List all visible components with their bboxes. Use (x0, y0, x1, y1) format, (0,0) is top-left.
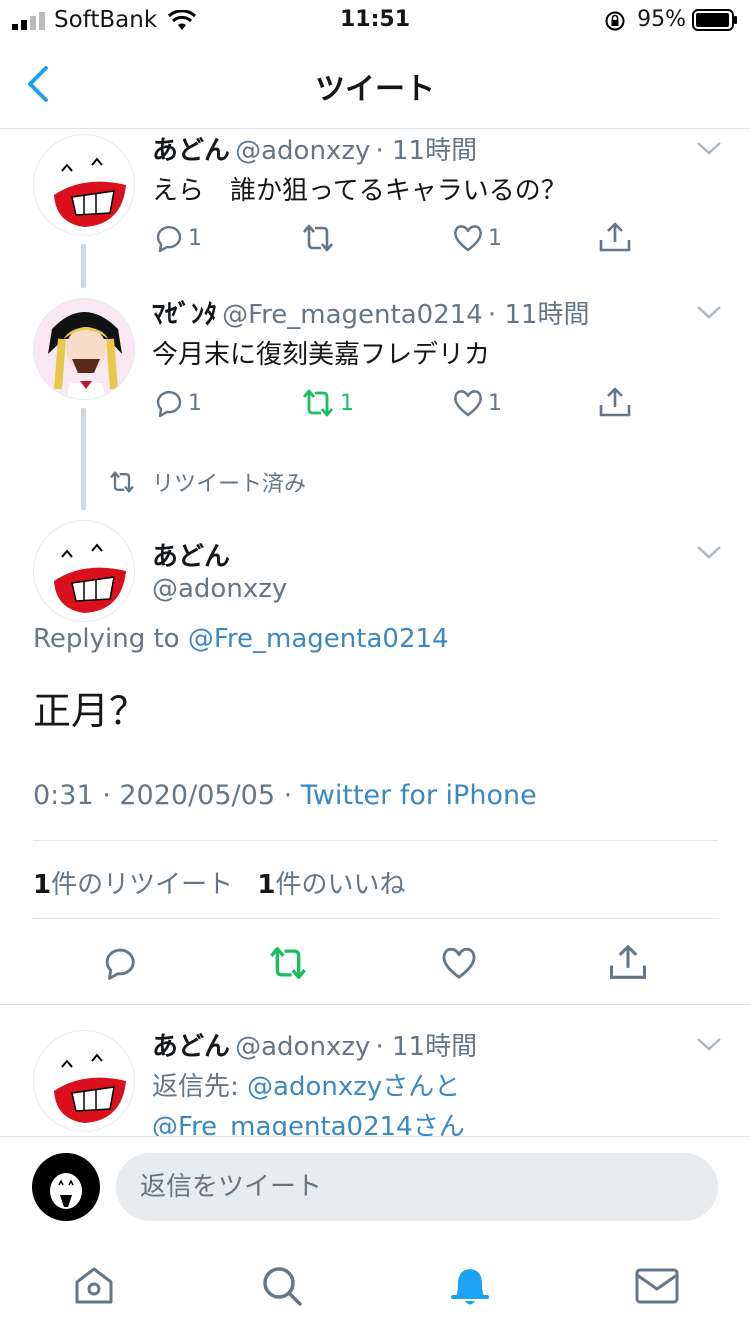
author-name[interactable]: あどん (152, 136, 230, 166)
replying-to-2: @Fre_magenta0214さん (152, 1106, 465, 1136)
retweet-icon (303, 224, 333, 252)
reply-count: 1 (188, 390, 202, 416)
share-icon (599, 222, 631, 252)
tweet-stats: 1件のリツイート 1件のいいね (33, 864, 405, 901)
chevron-down-icon[interactable] (696, 544, 722, 560)
author-handle[interactable]: @Fre_magenta0214 (222, 300, 483, 330)
tab-bar (0, 1240, 750, 1334)
retweet-count: 1 (340, 390, 354, 416)
likes-stat[interactable]: 1件のいいね (257, 870, 405, 900)
author-name[interactable]: あどん (152, 536, 230, 573)
chevron-down-icon[interactable] (696, 1036, 722, 1052)
reply-button[interactable]: 1 (152, 387, 202, 419)
avatar[interactable] (33, 298, 135, 400)
tweet-time: · 11時間 (487, 300, 590, 330)
retweet-button[interactable] (300, 222, 336, 254)
avatar-face-icon (54, 543, 126, 613)
heart-icon (454, 390, 482, 417)
thread-line (81, 244, 86, 288)
replying-to-link[interactable]: @Fre_magenta0214 (188, 624, 449, 654)
retweet-icon (270, 947, 306, 979)
author-handle[interactable]: @adonxzy (235, 136, 370, 166)
retweet-icon (302, 389, 334, 417)
tweet-meta: 0:31 · 2020/05/05 · Twitter for iPhone (33, 780, 537, 811)
reply-icon (105, 948, 135, 980)
divider (33, 840, 718, 841)
chevron-down-icon[interactable] (696, 304, 722, 320)
like-button[interactable]: 1 (452, 222, 502, 254)
page-title: ツイート (315, 72, 435, 107)
avatar-anime-icon (34, 299, 134, 399)
retweet-button[interactable] (266, 944, 310, 982)
avatar-ghost-icon (50, 1173, 82, 1209)
battery-icon (692, 9, 737, 31)
reply-composer: 返信をツイート (0, 1136, 750, 1236)
battery-percent: 95% (637, 7, 686, 32)
reply-icon (156, 226, 182, 253)
tweet-time: · 11時間 (375, 1032, 478, 1062)
retweeted-label: リツイート済み (152, 472, 307, 497)
notifications-bell-icon[interactable] (448, 1262, 492, 1310)
reply-button[interactable]: 1 (152, 222, 202, 254)
search-icon[interactable] (260, 1264, 304, 1308)
avatar-face-icon (54, 1053, 126, 1123)
avatar[interactable] (33, 1030, 135, 1132)
author-handle[interactable]: @adonxzy (235, 1032, 370, 1062)
like-count: 1 (488, 390, 502, 416)
tweet-timestamp: 0:31 · 2020/05/05 · (33, 780, 293, 811)
tweet-time: · 11時間 (375, 136, 478, 166)
share-button[interactable] (598, 220, 632, 254)
tweet-source[interactable]: Twitter for iPhone (301, 780, 537, 811)
like-button[interactable] (440, 944, 478, 982)
messages-envelope-icon[interactable] (634, 1266, 680, 1306)
retweet-icon (110, 471, 134, 493)
status-bar: SoftBank 11:51 95% (0, 0, 750, 40)
like-count: 1 (488, 225, 502, 251)
avatar[interactable] (33, 520, 135, 622)
mention-link[interactable]: @adonxzy (247, 1072, 382, 1102)
orientation-lock-icon (605, 11, 625, 31)
home-icon[interactable] (72, 1264, 116, 1308)
author-name[interactable]: ﾏｾﾞﾝﾀ (152, 300, 217, 330)
author-handle[interactable]: @adonxzy (152, 574, 287, 604)
replying-to: 返信先: @adonxzyさんと (152, 1072, 461, 1102)
share-icon (610, 945, 646, 979)
retweet-button[interactable]: 1 (300, 387, 354, 419)
nav-header: ツイート (0, 40, 750, 129)
divider (33, 918, 718, 919)
tweet-text: 今月末に復刻美嘉フレデリカ (152, 340, 491, 370)
share-button[interactable] (608, 942, 648, 982)
chevron-down-icon[interactable] (696, 140, 722, 156)
share-button[interactable] (598, 385, 632, 419)
avatar-face-icon (54, 157, 126, 227)
author-name[interactable]: あどん (152, 1032, 230, 1062)
tweet-text: 正月？ (33, 689, 148, 733)
share-icon (599, 387, 631, 417)
avatar[interactable] (33, 134, 135, 236)
replying-prefix: Replying to (33, 624, 180, 654)
retweets-stat[interactable]: 1件のリツイート (33, 870, 233, 900)
like-button[interactable]: 1 (452, 387, 502, 419)
my-avatar[interactable] (32, 1153, 100, 1221)
tweet-text: えら 誰か狙ってるキャラいるの？ (152, 176, 567, 206)
divider (0, 1004, 750, 1005)
replying-to: Replying to @Fre_magenta0214 (33, 624, 449, 654)
reply-count: 1 (188, 225, 202, 251)
heart-icon (454, 225, 482, 252)
retweeted-indicator: リツイート済み (108, 466, 306, 498)
reply-icon (156, 391, 182, 418)
reply-button[interactable] (100, 944, 138, 982)
mention-link[interactable]: @Fre_magenta0214 (152, 1112, 413, 1136)
thread-line (81, 408, 86, 510)
heart-icon (442, 947, 476, 979)
reply-input[interactable]: 返信をツイート (116, 1153, 718, 1221)
